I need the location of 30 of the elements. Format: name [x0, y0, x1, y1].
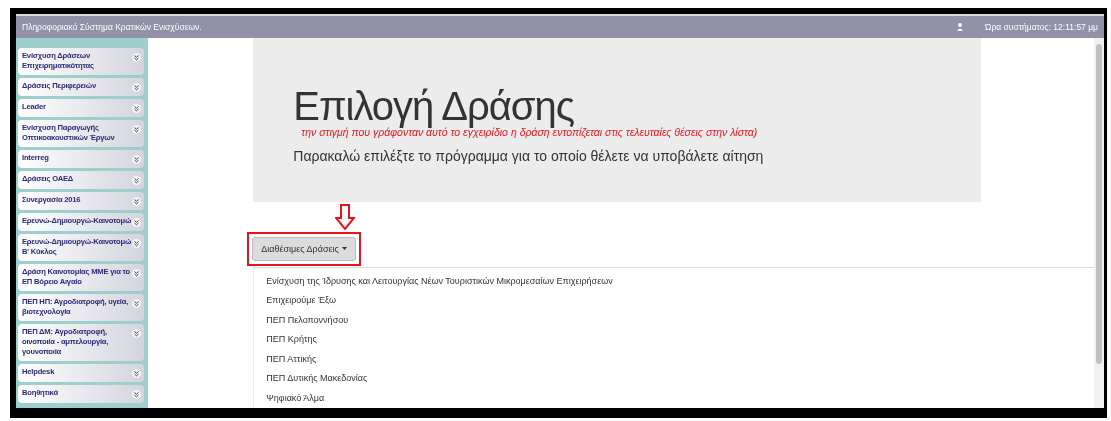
- menu-item[interactable]: ΠΕΠ Αττικής: [254, 349, 1095, 369]
- double-chevron-icon: [132, 239, 141, 248]
- available-actions-dropdown[interactable]: Διαθέσιμες Δράσεις: [252, 236, 356, 261]
- system-title: Πληροφοριακό Σύστημα Κρατικών Ενισχύσεων.: [22, 22, 202, 32]
- page-heading: Επιλογή Δράσης: [293, 86, 575, 126]
- double-chevron-icon: [132, 299, 141, 308]
- double-chevron-icon: [132, 390, 141, 399]
- double-chevron-icon: [132, 197, 141, 206]
- double-chevron-icon: [132, 53, 141, 62]
- menu-item[interactable]: ΠΕΠ Πελοποννήσου: [254, 310, 1095, 330]
- menu-item[interactable]: ΠΕΠ Δυτικής Μακεδονίας: [254, 369, 1095, 389]
- double-chevron-icon: [132, 125, 141, 134]
- page-subtitle: Παρακαλώ επιλέξτε το πρόγραμμα για το οποίο θέλετε να υποβάλετε αίτηση: [293, 148, 765, 164]
- menu-item[interactable]: Επιχειρούμε Έξω: [254, 291, 1095, 311]
- double-chevron-icon: [132, 218, 141, 227]
- menu-item[interactable]: Ενίσχυση της Ίδρυσης και Λειτουργίας Νέων Τουριστικών Μικρομεσαίων Επιχειρήσεων: [254, 271, 1095, 291]
- double-chevron-icon: [132, 104, 141, 113]
- scrollbar[interactable]: [1094, 38, 1104, 408]
- double-chevron-icon: [132, 83, 141, 92]
- double-chevron-icon: [132, 155, 141, 164]
- double-chevron-icon: [132, 269, 141, 278]
- user-icon: [957, 23, 964, 31]
- double-chevron-icon: [132, 369, 141, 378]
- menu-item[interactable]: ΠΕΠ Κρήτης: [254, 330, 1095, 350]
- caret-icon: [341, 247, 347, 250]
- down-arrow-icon: [335, 203, 356, 230]
- system-clock: Ώρα συστήματος: 12:11:57 μμ: [985, 22, 1098, 32]
- double-chevron-icon: [132, 176, 141, 185]
- menu-item[interactable]: Ψηφιακό Άλμα: [254, 388, 1095, 408]
- double-chevron-icon: [132, 329, 141, 338]
